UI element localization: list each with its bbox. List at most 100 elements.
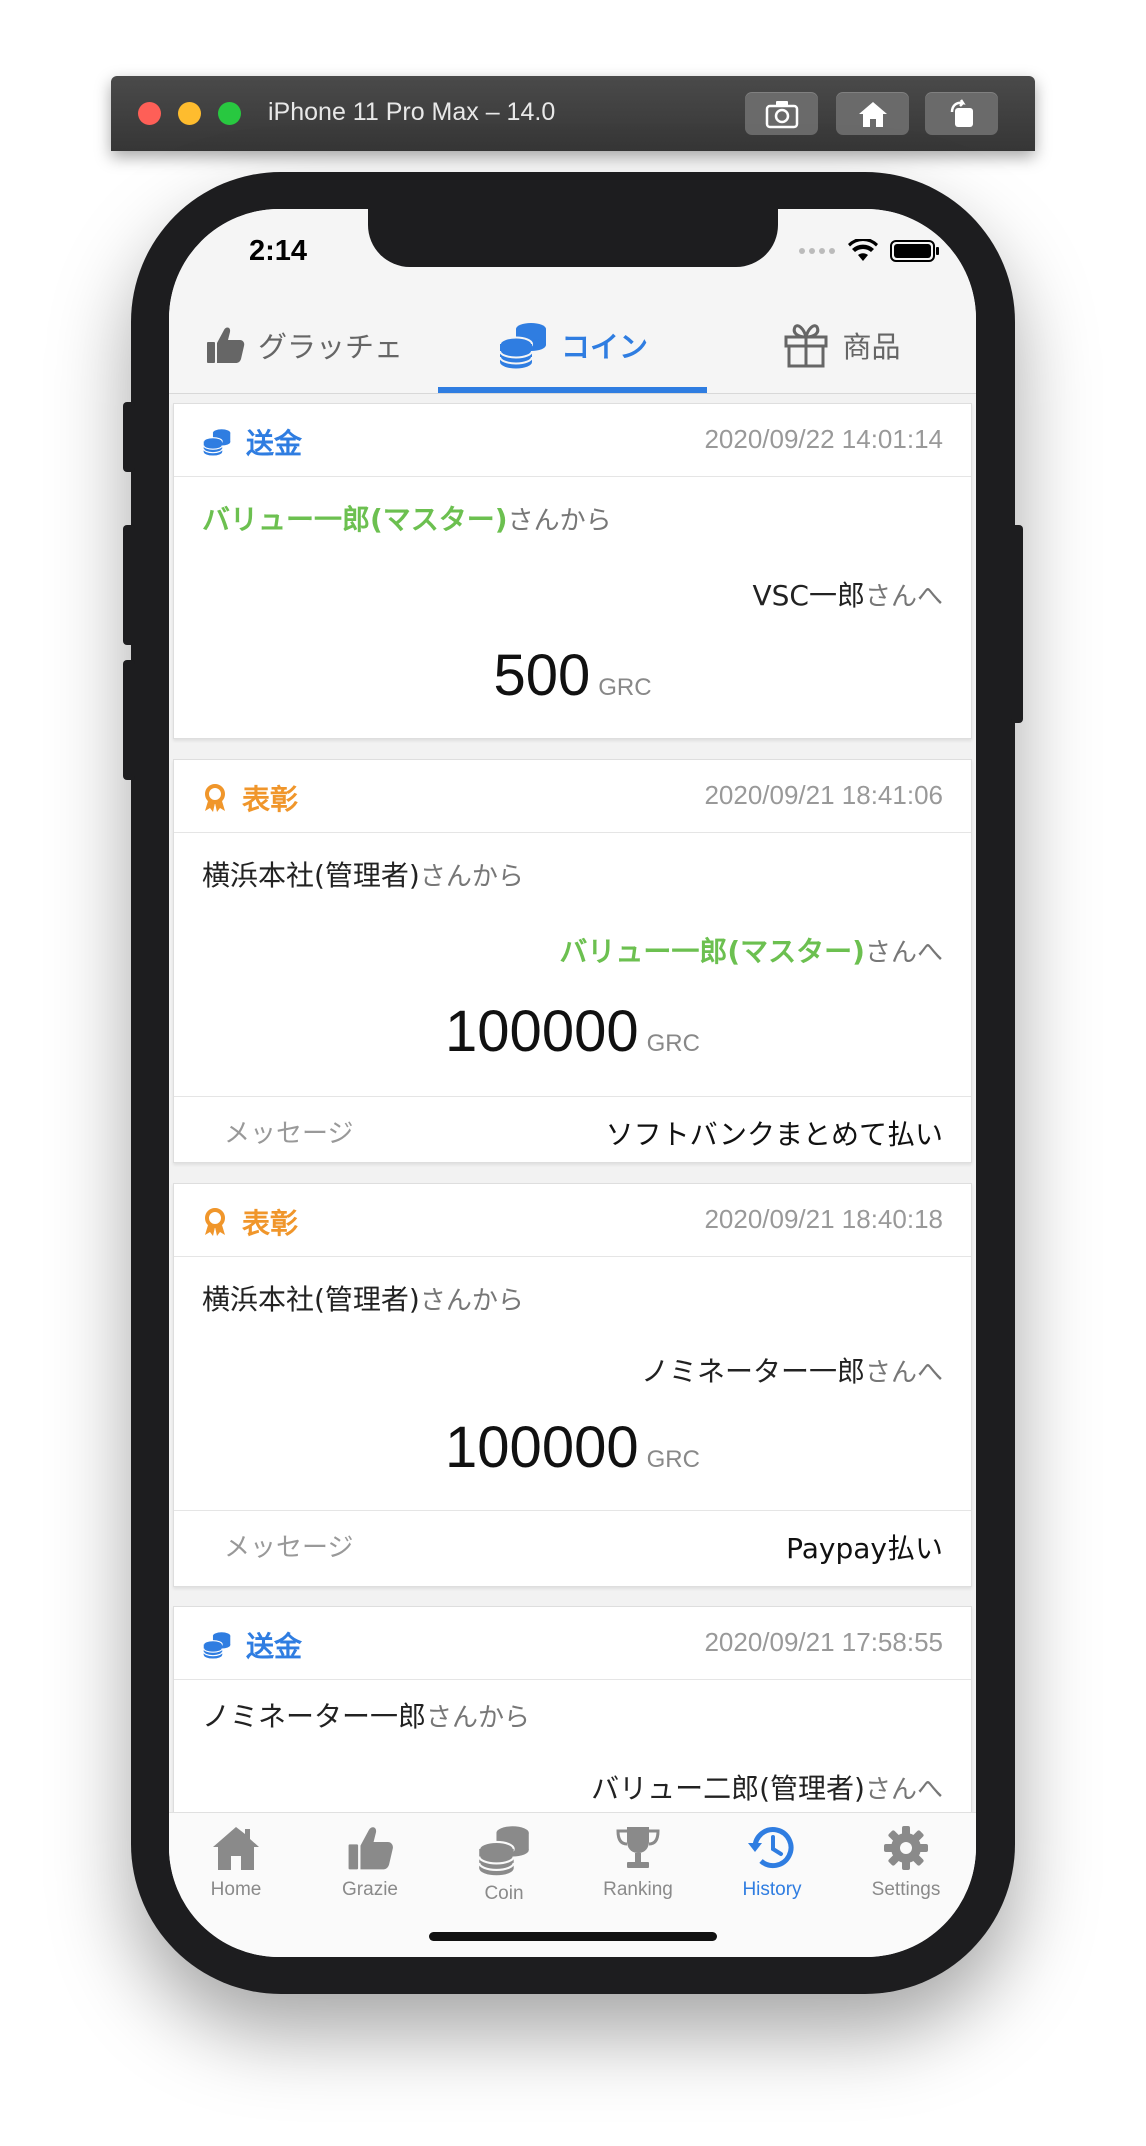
- sender-name: 横浜本社(管理者): [202, 1283, 420, 1316]
- amount: 500 GRC: [174, 642, 971, 709]
- nav-ranking[interactable]: Ranking: [571, 1823, 705, 1901]
- phone-screen: 2:14 グラッチェ コイン 商品 送金 2020/09/22 14:01:14…: [169, 209, 976, 1957]
- coins-icon: [478, 1826, 529, 1876]
- home-indicator[interactable]: [429, 1932, 717, 1941]
- amount-unit: GRC: [646, 1446, 700, 1473]
- nav-label: Settings: [871, 1879, 941, 1900]
- rotate-icon: [950, 98, 973, 127]
- gear-icon: [884, 1826, 928, 1870]
- transaction-type-label: 送金: [246, 1630, 303, 1663]
- tab-label: グラッチェ: [257, 330, 403, 364]
- transaction-type-label: 表彰: [242, 1207, 299, 1240]
- battery-icon: [890, 240, 939, 262]
- transaction-card[interactable]: 表彰 2020/09/21 18:40:18 横浜本社(管理者)さんから ノミネ…: [173, 1183, 972, 1587]
- tab-grazie[interactable]: グラッチェ: [169, 297, 438, 393]
- message-row: メッセージ ソフトバンクまとめて払い: [174, 1096, 971, 1163]
- recipient-name: VSC一郎: [752, 579, 865, 612]
- simulator-title: iPhone 11 Pro Max – 14.0: [268, 98, 556, 126]
- transaction-date: 2020/09/21 17:58:55: [704, 1627, 943, 1657]
- transaction-type-label: 送金: [246, 427, 303, 460]
- award-icon: [205, 1208, 225, 1236]
- screenshot-button[interactable]: [745, 92, 818, 135]
- transaction-type: 表彰: [202, 778, 298, 818]
- minimize-window-button[interactable]: [178, 102, 201, 125]
- amount-value: 100000: [445, 999, 639, 1064]
- wifi-icon: [848, 239, 878, 261]
- recipient-name: バリュー一郎(マスター): [559, 935, 865, 968]
- transaction-date: 2020/09/21 18:40:18: [704, 1204, 943, 1234]
- transaction-card[interactable]: 送金 2020/09/21 17:58:55 ノミネーター一郎さんから バリュー…: [173, 1606, 972, 1812]
- nav-label: Home: [210, 1879, 262, 1900]
- recipient-name: ノミネーター一郎: [640, 1355, 865, 1388]
- nav-home[interactable]: Home: [169, 1823, 303, 1901]
- trophy-icon: [616, 1827, 660, 1868]
- card-header: 表彰 2020/09/21 18:41:06: [174, 760, 971, 833]
- nav-label: History: [742, 1879, 802, 1900]
- nav-grazie[interactable]: Grazie: [303, 1823, 437, 1901]
- transaction-type: 送金: [202, 1625, 302, 1665]
- nav-label: Grazie: [342, 1879, 398, 1900]
- sender-name: バリュー一郎(マスター): [202, 503, 508, 536]
- amount-unit: GRC: [598, 674, 652, 701]
- close-window-button[interactable]: [138, 102, 161, 125]
- recipient-suffix: さんへ: [864, 1775, 943, 1805]
- recipient: バリュー一郎(マスター)さんへ: [559, 930, 943, 970]
- nav-label: Coin: [484, 1883, 524, 1904]
- signal-dots-icon: [799, 248, 835, 254]
- thumbs-up-icon: [206, 327, 245, 363]
- transaction-date: 2020/09/21 18:41:06: [704, 780, 943, 810]
- simulator-title-bar: iPhone 11 Pro Max – 14.0: [111, 76, 1035, 151]
- zoom-window-button[interactable]: [218, 102, 241, 125]
- recipient: ノミネーター一郎さんへ: [641, 1350, 943, 1390]
- message-label: メッセージ: [224, 1119, 354, 1149]
- nav-settings[interactable]: Settings: [839, 1823, 973, 1901]
- status-time: 2:14: [249, 235, 308, 267]
- tab-label: 商品: [842, 330, 901, 364]
- notch: [368, 209, 778, 267]
- transaction-card[interactable]: 表彰 2020/09/21 18:41:06 横浜本社(管理者)さんから バリュ…: [173, 759, 972, 1163]
- tab-label: コイン: [560, 330, 648, 364]
- message-text: Paypay払い: [786, 1532, 943, 1565]
- recipient-suffix: さんへ: [864, 938, 943, 968]
- home-icon: [858, 101, 887, 127]
- amount: 100000 GRC: [174, 1414, 971, 1481]
- sender-suffix: さんから: [507, 506, 612, 536]
- sender: ノミネーター一郎さんから: [202, 1695, 530, 1735]
- recipient: バリュー二郎(管理者)さんへ: [591, 1767, 943, 1807]
- nav-history[interactable]: History: [705, 1823, 839, 1901]
- active-tab-indicator: [438, 387, 707, 393]
- sender: 横浜本社(管理者)さんから: [202, 854, 524, 894]
- card-header: 表彰 2020/09/21 18:40:18: [174, 1184, 971, 1257]
- volume-up-button: [123, 525, 135, 645]
- sender-suffix: さんから: [426, 1703, 531, 1733]
- nav-label: Ranking: [603, 1879, 673, 1900]
- coins-icon: [203, 429, 231, 456]
- top-tab-bar: グラッチェ コイン 商品: [169, 297, 976, 394]
- thumbs-up-icon: [348, 1827, 393, 1870]
- camera-icon: [765, 100, 798, 128]
- transaction-type: 送金: [202, 422, 302, 462]
- transaction-type-label: 表彰: [242, 783, 299, 816]
- sender-suffix: さんから: [419, 1286, 524, 1316]
- award-icon: [205, 784, 225, 812]
- transaction-card[interactable]: 送金 2020/09/22 14:01:14 バリュー一郎(マスター)さんから …: [173, 403, 972, 739]
- nav-coin[interactable]: Coin: [437, 1823, 571, 1905]
- card-header: 送金 2020/09/21 17:58:55: [174, 1607, 971, 1680]
- rotate-button[interactable]: [925, 92, 998, 135]
- home-button[interactable]: [836, 92, 909, 135]
- status-icons: [798, 239, 940, 263]
- tab-products[interactable]: 商品: [707, 297, 976, 393]
- recipient-name: バリュー二郎(管理者): [591, 1772, 865, 1805]
- coins-icon: [203, 1632, 231, 1659]
- tab-coin[interactable]: コイン: [438, 297, 707, 393]
- sender-suffix: さんから: [419, 862, 524, 892]
- sender: 横浜本社(管理者)さんから: [202, 1278, 524, 1318]
- amount-value: 100000: [445, 1415, 639, 1480]
- sender-name: ノミネーター一郎: [202, 1700, 427, 1733]
- transaction-list[interactable]: 送金 2020/09/22 14:01:14 バリュー一郎(マスター)さんから …: [169, 394, 976, 1812]
- transaction-date: 2020/09/22 14:01:14: [704, 424, 943, 454]
- recipient-suffix: さんへ: [864, 582, 943, 612]
- amount-unit: GRC: [646, 1030, 700, 1057]
- message-text: ソフトバンクまとめて払い: [605, 1118, 943, 1151]
- card-header: 送金 2020/09/22 14:01:14: [174, 404, 971, 477]
